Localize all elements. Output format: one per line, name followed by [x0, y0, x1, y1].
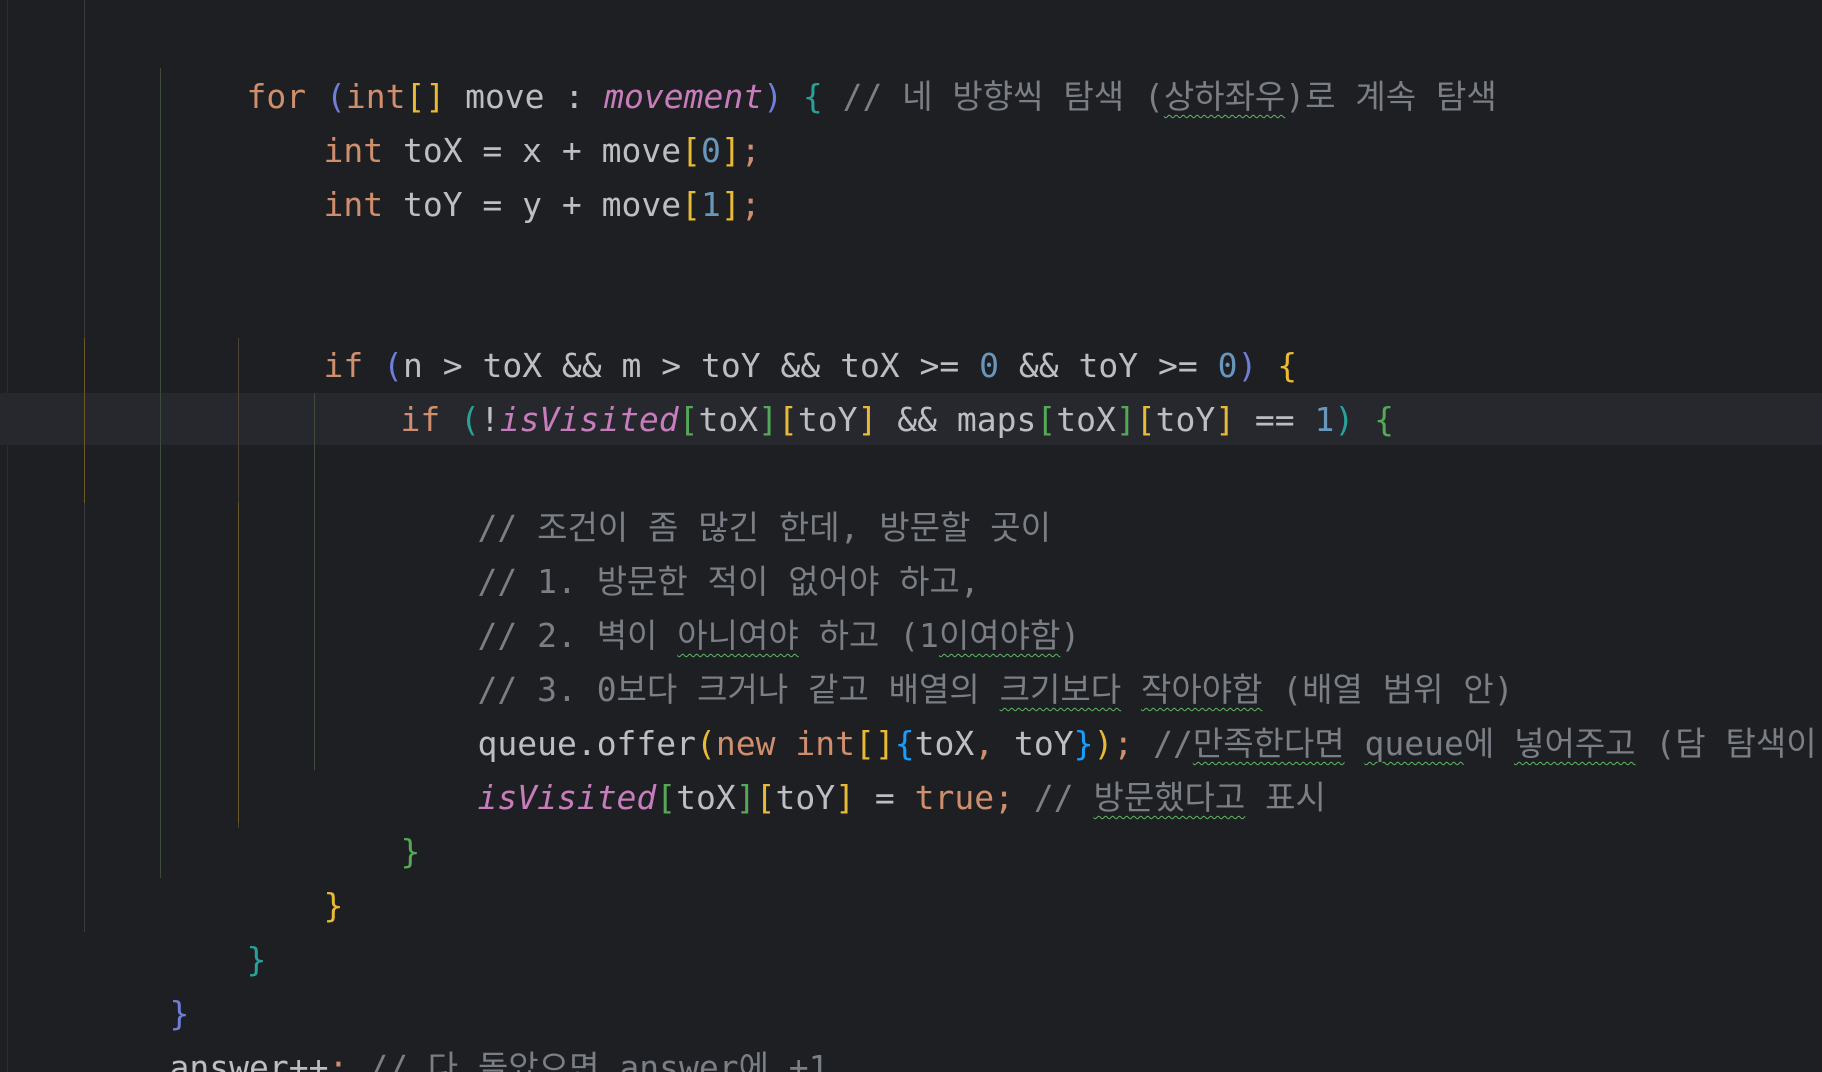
code-line[interactable]: int toX = x + move[0];	[244, 70, 760, 170]
indent-guide	[238, 503, 239, 823]
code-token: toY	[797, 400, 858, 439]
semicolon-token: ;	[994, 778, 1014, 817]
comment-token: 방문했다고	[1093, 778, 1246, 817]
comment-token: 에	[1463, 724, 1515, 763]
code-token: !	[479, 400, 500, 439]
comment-token: (담 탐색이 되니까)	[1655, 724, 1817, 763]
code-token: && maps	[877, 400, 1037, 439]
bracket-token: [	[681, 185, 701, 224]
bracket-token: [	[656, 778, 677, 817]
closing-brace: }	[400, 832, 421, 871]
code-token: toY = y + move	[383, 185, 682, 224]
bracket-token: )	[1334, 400, 1355, 439]
comment-token: 넣어주고	[1514, 724, 1636, 763]
comment-token: // 다	[348, 1048, 479, 1072]
indent-guide	[160, 68, 161, 878]
code-line[interactable]: answer++; // 다 돌았으면 answer에 +1	[90, 987, 828, 1072]
comment-token: // 네 방향씩 탐색 (	[822, 77, 1164, 116]
bracket-token: [	[678, 400, 699, 439]
code-token: toX	[698, 400, 759, 439]
code-token: toX	[1056, 400, 1116, 439]
gutter-edge	[0, 0, 8, 1072]
code-line[interactable]: }	[321, 771, 420, 871]
bracket-token: [	[778, 400, 798, 439]
code-token: toY	[1155, 400, 1216, 439]
bracket-token: {	[1374, 400, 1395, 439]
comment-token: 에 +1	[738, 1048, 829, 1072]
code-token: ==	[1235, 400, 1315, 439]
comment-token: 상하좌우	[1163, 77, 1286, 116]
comment-token: queue	[1364, 724, 1464, 763]
bracket-token: ]	[735, 778, 756, 817]
keyword-token: true	[914, 778, 995, 817]
bracket-token: ]	[857, 400, 878, 439]
code-token: toY	[775, 778, 836, 817]
bracket-token: ]	[758, 400, 779, 439]
code-line[interactable]: }	[90, 933, 189, 1033]
number-token: 1	[1314, 400, 1335, 439]
closing-brace: }	[246, 940, 267, 979]
code-line[interactable]: if (!isVisited[toX][toY] && maps[toX][to…	[321, 339, 1394, 439]
code-line[interactable]: isVisited[toX][toY] = true; // 방문했다고 표시	[398, 717, 1325, 817]
bracket-token: [	[1036, 400, 1057, 439]
comment-token: )로 계속 탐색	[1285, 77, 1497, 116]
code-line[interactable]: if (n > toX && m > toY && toX >= 0 && to…	[244, 285, 1297, 385]
code-token: answer	[169, 1048, 289, 1072]
comment-token	[1345, 724, 1365, 763]
code-line[interactable]: }	[244, 825, 343, 925]
field-token: isVisited	[477, 778, 657, 817]
number-token: 1	[700, 185, 721, 224]
bracket-token: ]	[1215, 400, 1236, 439]
code-editor[interactable]: for (int[] move : movement) { // 네 방향씩 탐…	[0, 0, 1822, 1072]
comment-token: 돌았으면	[478, 1048, 600, 1072]
bracket-token: (	[460, 400, 480, 439]
code-line[interactable]: // 2. 벽이 아니여야 하고 (1이여야함)	[398, 555, 1080, 655]
comment-token: 표시	[1245, 778, 1326, 817]
field-token: isVisited	[499, 400, 679, 439]
bracket-token: ]	[1115, 400, 1136, 439]
code-token: =	[855, 778, 915, 817]
comment-token: answer	[619, 1048, 739, 1072]
bracket-token: )	[763, 77, 783, 116]
code-line[interactable]: int toY = y + move[1];	[244, 124, 760, 224]
code-line[interactable]: // 3. 0보다 크거나 같고 배열의 크기보다 작아야함 (배열 범위 안)	[398, 609, 1513, 709]
bracket-token: ]	[835, 778, 856, 817]
code-token: toX	[676, 778, 736, 817]
semicolon-token: ;	[328, 1048, 349, 1072]
code-line[interactable]: }	[167, 879, 266, 979]
closing-brace: }	[323, 886, 344, 925]
indent-guide	[314, 393, 315, 770]
bracket-token: [	[755, 778, 776, 817]
code-line[interactable]: queue.offer(new int[]{toX, toY}); //만족한다…	[398, 663, 1822, 763]
comment-token	[599, 1048, 619, 1072]
bracket-token: {	[802, 77, 823, 116]
comment-token: //	[1013, 778, 1094, 817]
keyword-token: int	[323, 185, 384, 224]
bracket-token: ]	[720, 185, 741, 224]
code-line[interactable]: for (int[] move : movement) { // 네 방향씩 탐…	[167, 16, 1496, 116]
code-line[interactable]: // 조건이 좀 많긴 한데, 방문할 곳이	[398, 447, 1051, 547]
code-line[interactable]: // 1. 방문한 적이 없어야 하고,	[398, 501, 979, 601]
bracket-token: [	[1135, 400, 1156, 439]
semicolon-token: ;	[740, 185, 761, 224]
code-token: ++	[288, 1048, 329, 1072]
keyword-token: if	[400, 400, 441, 439]
indent-guide	[84, 338, 85, 503]
